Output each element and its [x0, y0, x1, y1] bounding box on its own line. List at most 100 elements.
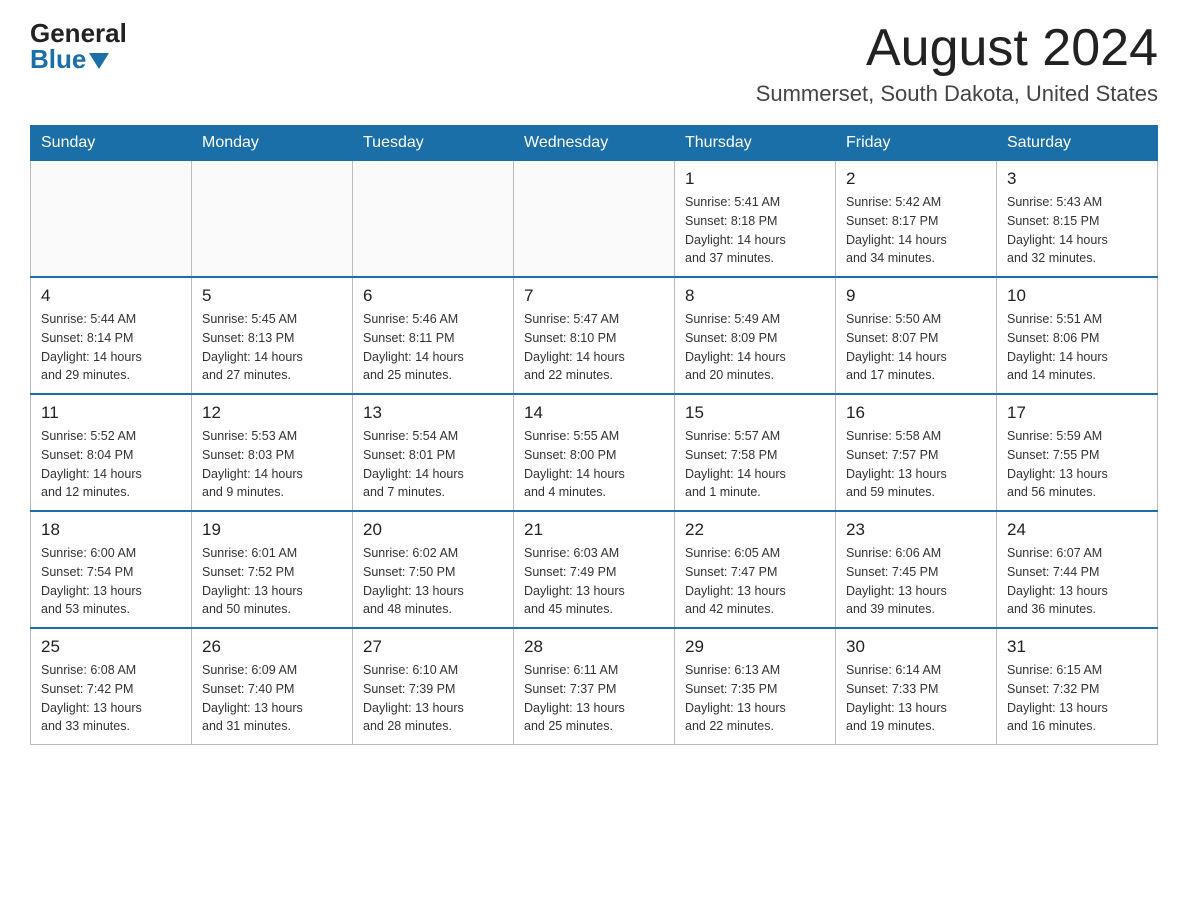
- month-title: August 2024: [756, 20, 1158, 77]
- day-info: Sunrise: 6:11 AM Sunset: 7:37 PM Dayligh…: [524, 661, 664, 736]
- calendar-cell: 17 Sunrise: 5:59 AM Sunset: 7:55 PM Dayli…: [997, 394, 1158, 511]
- logo-general-text: General: [30, 20, 127, 46]
- day-number: 18: [41, 520, 181, 540]
- calendar-table: SundayMondayTuesdayWednesdayThursdayFrid…: [30, 125, 1158, 745]
- calendar-cell: 9 Sunrise: 5:50 AM Sunset: 8:07 PM Daylig…: [836, 277, 997, 394]
- calendar-cell: 24 Sunrise: 6:07 AM Sunset: 7:44 PM Dayli…: [997, 511, 1158, 628]
- column-header-tuesday: Tuesday: [353, 126, 514, 161]
- calendar-cell: 27 Sunrise: 6:10 AM Sunset: 7:39 PM Dayli…: [353, 628, 514, 745]
- calendar-cell: 12Sunrise: 5:53 AM Sunset: 8:03 PM Dayli…: [192, 394, 353, 511]
- day-number: 3: [1007, 169, 1147, 189]
- day-info: Sunrise: 6:14 AM Sunset: 7:33 PM Dayligh…: [846, 661, 986, 736]
- calendar-cell: 20Sunrise: 6:02 AM Sunset: 7:50 PM Dayli…: [353, 511, 514, 628]
- day-info: Sunrise: 5:49 AM Sunset: 8:09 PM Dayligh…: [685, 310, 825, 385]
- day-number: 8: [685, 286, 825, 306]
- day-number: 27: [363, 637, 503, 657]
- day-info: Sunrise: 6:07 AM Sunset: 7:44 PM Dayligh…: [1007, 544, 1147, 619]
- calendar-cell: 15Sunrise: 5:57 AM Sunset: 7:58 PM Dayli…: [675, 394, 836, 511]
- day-number: 9: [846, 286, 986, 306]
- column-header-monday: Monday: [192, 126, 353, 161]
- calendar-cell: 18 Sunrise: 6:00 AM Sunset: 7:54 PM Dayli…: [31, 511, 192, 628]
- day-number: 21: [524, 520, 664, 540]
- calendar-cell: 4 Sunrise: 5:44 AM Sunset: 8:14 PM Daylig…: [31, 277, 192, 394]
- column-header-saturday: Saturday: [997, 126, 1158, 161]
- calendar-cell: 25 Sunrise: 6:08 AM Sunset: 7:42 PM Dayli…: [31, 628, 192, 745]
- day-info: Sunrise: 5:46 AM Sunset: 8:11 PM Dayligh…: [363, 310, 503, 385]
- calendar-cell: 5Sunrise: 5:45 AM Sunset: 8:13 PM Daylig…: [192, 277, 353, 394]
- calendar-cell: 6 Sunrise: 5:46 AM Sunset: 8:11 PM Daylig…: [353, 277, 514, 394]
- calendar-cell: 8 Sunrise: 5:49 AM Sunset: 8:09 PM Daylig…: [675, 277, 836, 394]
- day-number: 31: [1007, 637, 1147, 657]
- day-info: Sunrise: 6:00 AM Sunset: 7:54 PM Dayligh…: [41, 544, 181, 619]
- logo: General Blue: [30, 20, 127, 72]
- column-header-thursday: Thursday: [675, 126, 836, 161]
- day-number: 13: [363, 403, 503, 423]
- calendar-week-4: 18 Sunrise: 6:00 AM Sunset: 7:54 PM Dayli…: [31, 511, 1158, 628]
- header: General Blue August 2024 Summerset, Sout…: [30, 20, 1158, 107]
- calendar-cell: 1Sunrise: 5:41 AM Sunset: 8:18 PM Daylig…: [675, 161, 836, 278]
- day-info: Sunrise: 5:58 AM Sunset: 7:57 PM Dayligh…: [846, 427, 986, 502]
- day-number: 15: [685, 403, 825, 423]
- calendar-week-3: 11 Sunrise: 5:52 AM Sunset: 8:04 PM Dayli…: [31, 394, 1158, 511]
- day-number: 22: [685, 520, 825, 540]
- day-number: 17: [1007, 403, 1147, 423]
- day-number: 29: [685, 637, 825, 657]
- calendar-cell: 13 Sunrise: 5:54 AM Sunset: 8:01 PM Dayli…: [353, 394, 514, 511]
- day-info: Sunrise: 5:50 AM Sunset: 8:07 PM Dayligh…: [846, 310, 986, 385]
- calendar-week-5: 25 Sunrise: 6:08 AM Sunset: 7:42 PM Dayli…: [31, 628, 1158, 745]
- location-subtitle: Summerset, South Dakota, United States: [756, 81, 1158, 107]
- calendar-cell: [31, 161, 192, 278]
- day-info: Sunrise: 6:02 AM Sunset: 7:50 PM Dayligh…: [363, 544, 503, 619]
- calendar-cell: 3 Sunrise: 5:43 AM Sunset: 8:15 PM Daylig…: [997, 161, 1158, 278]
- day-number: 23: [846, 520, 986, 540]
- day-number: 14: [524, 403, 664, 423]
- day-number: 28: [524, 637, 664, 657]
- day-number: 30: [846, 637, 986, 657]
- calendar-cell: 16 Sunrise: 5:58 AM Sunset: 7:57 PM Dayli…: [836, 394, 997, 511]
- day-number: 25: [41, 637, 181, 657]
- calendar-cell: 11 Sunrise: 5:52 AM Sunset: 8:04 PM Dayli…: [31, 394, 192, 511]
- day-info: Sunrise: 5:41 AM Sunset: 8:18 PM Dayligh…: [685, 193, 825, 268]
- day-info: Sunrise: 5:42 AM Sunset: 8:17 PM Dayligh…: [846, 193, 986, 268]
- day-number: 11: [41, 403, 181, 423]
- day-info: Sunrise: 5:59 AM Sunset: 7:55 PM Dayligh…: [1007, 427, 1147, 502]
- day-number: 2: [846, 169, 986, 189]
- calendar-cell: 2 Sunrise: 5:42 AM Sunset: 8:17 PM Daylig…: [836, 161, 997, 278]
- title-area: August 2024 Summerset, South Dakota, Uni…: [756, 20, 1158, 107]
- day-number: 6: [363, 286, 503, 306]
- calendar-header-row: SundayMondayTuesdayWednesdayThursdayFrid…: [31, 126, 1158, 161]
- calendar-cell: 19Sunrise: 6:01 AM Sunset: 7:52 PM Dayli…: [192, 511, 353, 628]
- day-info: Sunrise: 5:52 AM Sunset: 8:04 PM Dayligh…: [41, 427, 181, 502]
- day-info: Sunrise: 6:01 AM Sunset: 7:52 PM Dayligh…: [202, 544, 342, 619]
- day-info: Sunrise: 5:43 AM Sunset: 8:15 PM Dayligh…: [1007, 193, 1147, 268]
- day-number: 10: [1007, 286, 1147, 306]
- day-info: Sunrise: 5:47 AM Sunset: 8:10 PM Dayligh…: [524, 310, 664, 385]
- day-info: Sunrise: 6:13 AM Sunset: 7:35 PM Dayligh…: [685, 661, 825, 736]
- day-info: Sunrise: 5:45 AM Sunset: 8:13 PM Dayligh…: [202, 310, 342, 385]
- calendar-cell: [353, 161, 514, 278]
- column-header-friday: Friday: [836, 126, 997, 161]
- day-number: 16: [846, 403, 986, 423]
- day-info: Sunrise: 6:10 AM Sunset: 7:39 PM Dayligh…: [363, 661, 503, 736]
- day-info: Sunrise: 6:09 AM Sunset: 7:40 PM Dayligh…: [202, 661, 342, 736]
- calendar-cell: 29 Sunrise: 6:13 AM Sunset: 7:35 PM Dayli…: [675, 628, 836, 745]
- day-info: Sunrise: 6:15 AM Sunset: 7:32 PM Dayligh…: [1007, 661, 1147, 736]
- day-number: 24: [1007, 520, 1147, 540]
- day-number: 26: [202, 637, 342, 657]
- day-number: 7: [524, 286, 664, 306]
- calendar-cell: 10 Sunrise: 5:51 AM Sunset: 8:06 PM Dayli…: [997, 277, 1158, 394]
- column-header-sunday: Sunday: [31, 126, 192, 161]
- day-number: 4: [41, 286, 181, 306]
- day-info: Sunrise: 5:51 AM Sunset: 8:06 PM Dayligh…: [1007, 310, 1147, 385]
- day-info: Sunrise: 5:54 AM Sunset: 8:01 PM Dayligh…: [363, 427, 503, 502]
- day-number: 12: [202, 403, 342, 423]
- calendar-cell: 23Sunrise: 6:06 AM Sunset: 7:45 PM Dayli…: [836, 511, 997, 628]
- day-info: Sunrise: 6:08 AM Sunset: 7:42 PM Dayligh…: [41, 661, 181, 736]
- day-info: Sunrise: 6:03 AM Sunset: 7:49 PM Dayligh…: [524, 544, 664, 619]
- logo-blue-text: Blue: [30, 46, 86, 72]
- calendar-week-2: 4 Sunrise: 5:44 AM Sunset: 8:14 PM Daylig…: [31, 277, 1158, 394]
- day-info: Sunrise: 5:44 AM Sunset: 8:14 PM Dayligh…: [41, 310, 181, 385]
- calendar-cell: 14Sunrise: 5:55 AM Sunset: 8:00 PM Dayli…: [514, 394, 675, 511]
- calendar-week-1: 1Sunrise: 5:41 AM Sunset: 8:18 PM Daylig…: [31, 161, 1158, 278]
- column-header-wednesday: Wednesday: [514, 126, 675, 161]
